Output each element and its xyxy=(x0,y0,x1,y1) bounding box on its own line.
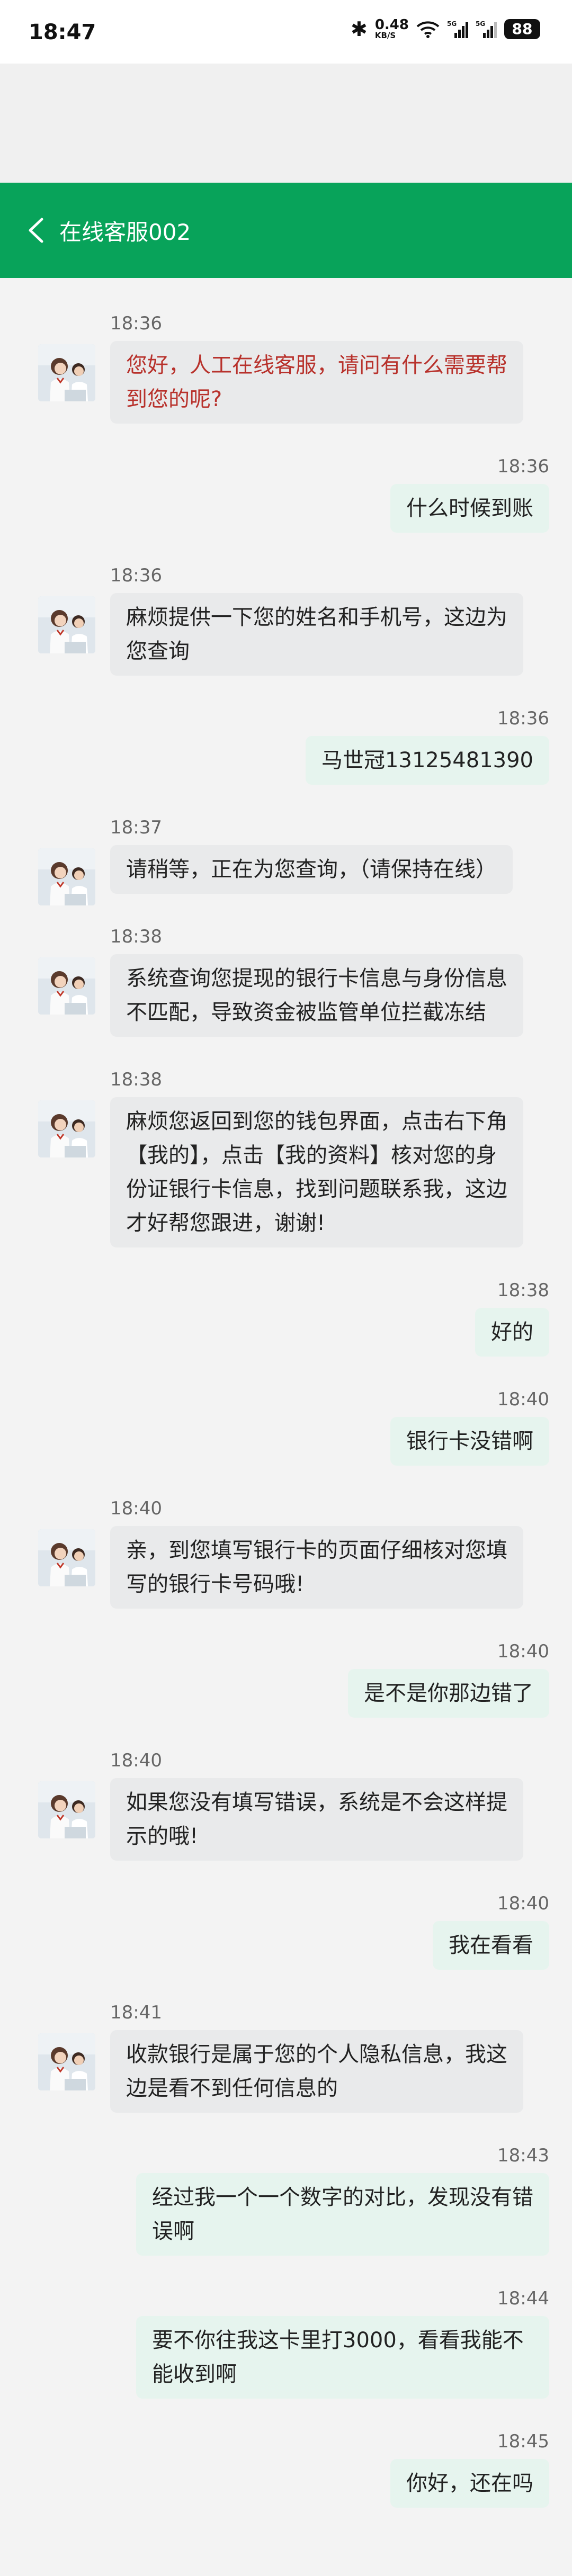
agent-avatar[interactable] xyxy=(38,1529,95,1586)
top-blank-area xyxy=(0,64,572,183)
message-bubble[interactable]: 你好，还在吗 xyxy=(390,2459,549,2508)
back-arrow-icon[interactable] xyxy=(21,216,51,245)
signal-icon-1: 5G xyxy=(447,20,468,38)
message-bubble[interactable]: 系统查询您提现的银行卡信息与身份信息不匹配，导致资金被监管单位拦截冻结 xyxy=(110,954,523,1037)
status-time: 18:47 xyxy=(29,20,96,44)
message-bubble[interactable]: 收款银行是属于您的个人隐私信息，我这边是看不到任何信息的 xyxy=(110,2030,523,2113)
message-timestamp: 18:36 xyxy=(497,708,549,729)
agent-message: 18:40 如果您没有填写错误，系统是不会这样提示的哦! xyxy=(0,1749,572,1861)
signal-icon-2: 5G xyxy=(476,20,497,38)
message-timestamp: 18:40 xyxy=(497,1641,549,1662)
message-timestamp: 18:40 xyxy=(110,1498,162,1519)
agent-avatar[interactable] xyxy=(38,344,95,401)
agent-message: 18:41 收款银行是属于您的个人隐私信息，我这边是看不到任何信息的 xyxy=(0,2001,572,2113)
agent-message: 18:37 请稍等，正在为您查询，（请保持在线） xyxy=(0,816,572,905)
user-message: 18:40 银行卡没错啊 xyxy=(0,1388,572,1466)
agent-avatar[interactable] xyxy=(38,1100,95,1157)
message-bubble[interactable]: 是不是你那边错了 xyxy=(348,1669,549,1718)
agent-avatar[interactable] xyxy=(38,2033,95,2090)
message-timestamp: 18:40 xyxy=(497,1389,549,1410)
message-timestamp: 18:43 xyxy=(497,2145,549,2166)
message-bubble[interactable]: 请稍等，正在为您查询，（请保持在线） xyxy=(110,845,513,894)
user-message: 18:44 要不你往我这卡里打3000，看看我能不能收到啊 xyxy=(0,2287,572,2399)
user-message: 18:43 经过我一个一个数字的对比，发现没有错误啊 xyxy=(0,2144,572,2256)
user-message: 18:36 什么时候到账 xyxy=(0,455,572,533)
signal-1-label: 5G xyxy=(447,20,457,28)
message-bubble[interactable]: 麻烦您返回到您的钱包界面，点击右下角【我的】，点击【我的资料】核对您的身份证银行… xyxy=(110,1097,523,1247)
message-bubble[interactable]: 如果您没有填写错误，系统是不会这样提示的哦! xyxy=(110,1778,523,1861)
message-timestamp: 18:40 xyxy=(497,1893,549,1914)
nav-bar: 在线客服002 xyxy=(0,183,572,278)
message-timestamp: 18:36 xyxy=(110,313,162,334)
user-message: 18:36 马世冠13125481390 xyxy=(0,707,572,785)
message-timestamp: 18:38 xyxy=(497,1280,549,1301)
agent-message: 18:40 亲，到您填写银行卡的页面仔细核对您填写的银行卡号码哦! xyxy=(0,1497,572,1609)
user-message: 18:45 你好，还在吗 xyxy=(0,2430,572,2508)
message-timestamp: 18:41 xyxy=(110,2002,162,2023)
bluetooth-icon: ✱ xyxy=(351,17,368,41)
network-speed-unit: KB/S xyxy=(374,31,396,40)
user-message: 18:40 我在看看 xyxy=(0,1892,572,1970)
message-bubble[interactable]: 麻烦提供一下您的姓名和手机号，这边为您查询 xyxy=(110,593,523,676)
message-bubble[interactable]: 亲，到您填写银行卡的页面仔细核对您填写的银行卡号码哦! xyxy=(110,1526,523,1609)
message-timestamp: 18:36 xyxy=(110,565,162,586)
message-bubble[interactable]: 银行卡没错啊 xyxy=(390,1417,549,1466)
message-timestamp: 18:45 xyxy=(497,2431,549,2452)
network-speed-value: 0.48 xyxy=(374,17,409,33)
message-timestamp: 18:36 xyxy=(497,456,549,477)
agent-avatar[interactable] xyxy=(38,1781,95,1838)
status-icons: ✱ 0.48 KB/S 5G 5G 88 xyxy=(351,18,540,40)
status-bar: 18:47 ✱ 0.48 KB/S 5G 5G 88 xyxy=(0,0,572,64)
agent-message: 18:38 麻烦您返回到您的钱包界面，点击右下角【我的】，点击【我的资料】核对您… xyxy=(0,1069,572,1247)
message-bubble[interactable]: 要不你往我这卡里打3000，看看我能不能收到啊 xyxy=(136,2316,549,2399)
message-bubble[interactable]: 好的 xyxy=(475,1308,549,1357)
chat-message-list[interactable]: 18:36 您好，人工在线客服，请问有什么需要帮到您的呢? 18:36 什么时候到账… xyxy=(0,278,572,2539)
message-bubble[interactable]: 什么时候到账 xyxy=(390,484,549,533)
battery-indicator: 88 xyxy=(504,19,540,39)
agent-message: 18:36 麻烦提供一下您的姓名和手机号，这边为您查询 xyxy=(0,564,572,676)
signal-2-label: 5G xyxy=(476,20,485,28)
agent-avatar[interactable] xyxy=(38,596,95,653)
network-speed: 0.48 KB/S xyxy=(375,18,409,40)
message-timestamp: 18:38 xyxy=(110,1069,162,1090)
agent-avatar[interactable] xyxy=(38,957,95,1015)
agent-avatar[interactable] xyxy=(38,848,95,905)
message-timestamp: 18:44 xyxy=(497,2288,549,2309)
message-timestamp: 18:40 xyxy=(110,1750,162,1771)
agent-message: 18:38 系统查询您提现的银行卡信息与身份信息不匹配，导致资金被监管单位拦截冻… xyxy=(0,926,572,1037)
user-message: 18:40 是不是你那边错了 xyxy=(0,1640,572,1718)
message-bubble[interactable]: 您好，人工在线客服，请问有什么需要帮到您的呢? xyxy=(110,341,523,424)
user-message: 18:38 好的 xyxy=(0,1279,572,1357)
message-bubble[interactable]: 马世冠13125481390 xyxy=(306,736,549,785)
wifi-icon xyxy=(416,20,440,38)
message-bubble[interactable]: 经过我一个一个数字的对比，发现没有错误啊 xyxy=(136,2173,549,2256)
message-bubble[interactable]: 我在看看 xyxy=(433,1921,549,1970)
agent-message: 18:36 您好，人工在线客服，请问有什么需要帮到您的呢? xyxy=(0,312,572,424)
chat-title: 在线客服002 xyxy=(59,219,191,245)
message-timestamp: 18:38 xyxy=(110,926,162,947)
message-timestamp: 18:37 xyxy=(110,817,162,838)
